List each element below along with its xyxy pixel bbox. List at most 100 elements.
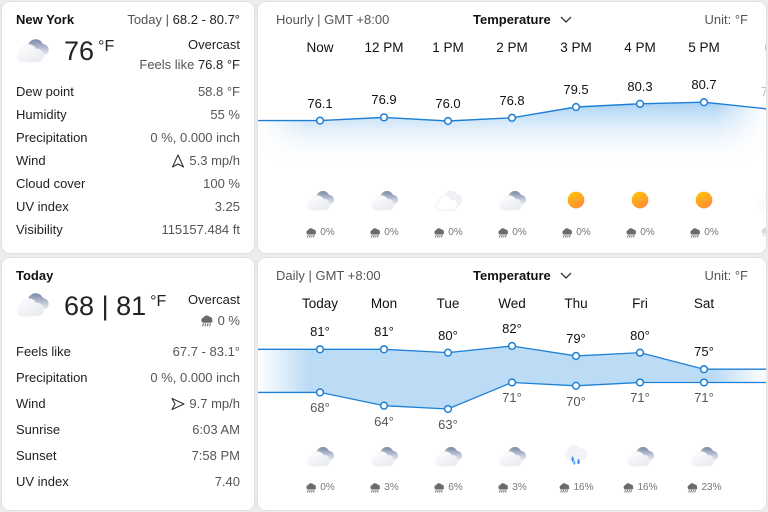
precipitation-icon	[200, 315, 214, 327]
detail-label: Wind	[16, 153, 46, 168]
precipitation-value: 0%	[512, 227, 527, 238]
detail-label: Precipitation	[16, 370, 88, 385]
precipitation-icon	[433, 228, 445, 238]
detail-value: 9.7 mp/h	[171, 396, 240, 411]
low-temperature-point	[315, 388, 325, 397]
precipitation-chance: 0%	[433, 227, 463, 238]
precipitation-icon	[558, 483, 570, 493]
current-weather-card: New York Today | 68.2 - 80.7° 76 °F Overc…	[2, 2, 254, 253]
precipitation-chance: 16%	[558, 482, 594, 493]
today-range: Today | 68.2 - 80.7°	[127, 12, 240, 27]
precipitation-icon	[497, 483, 509, 493]
high-temperature-point	[315, 345, 325, 354]
feels-like: Feels like 76.8 °F	[139, 57, 240, 72]
low-temperature-label: 64°	[374, 413, 394, 429]
current-condition: Overcast	[187, 37, 240, 52]
feels-like-label: Feels like	[139, 57, 195, 72]
precipitation-chance: 0%	[305, 227, 335, 238]
precipitation-chance: 3%	[497, 482, 527, 493]
sunny-icon	[625, 188, 655, 212]
sunny-icon	[689, 188, 719, 212]
day-label: Wed	[498, 296, 526, 311]
temperature-point	[635, 99, 645, 108]
precipitation-value: 0%	[640, 227, 655, 238]
cloudy-icon	[497, 188, 527, 212]
day-label: Thu	[564, 296, 588, 311]
precipitation-value: 0%	[576, 227, 591, 238]
detail-value-text: 55 %	[210, 107, 240, 122]
high-temperature-label: 80°	[630, 327, 650, 343]
hour-label: 3 PM	[560, 40, 592, 55]
temperature-label: 80.7	[691, 77, 717, 93]
high-temperature-point	[571, 351, 581, 361]
detail-value-text: 7:58 PM	[191, 448, 240, 463]
low-temperature-point	[571, 381, 581, 390]
detail-value-text: 100 %	[203, 176, 240, 191]
cloudy-icon	[305, 188, 335, 212]
detail-value: 7.40	[215, 474, 240, 489]
temperature-label: 76.1	[307, 95, 333, 111]
precipitation-chance: 6%	[433, 482, 463, 493]
detail-label: Feels like	[16, 344, 71, 359]
current-temperature: 76 °F	[64, 36, 114, 67]
temperature-label: 76.0	[435, 96, 461, 111]
precipitation-icon	[561, 228, 573, 238]
current-temperature-value: 76	[64, 36, 95, 66]
unit-label[interactable]: Unit: °F	[705, 12, 748, 27]
daily-header-label: Daily | GMT +8:00	[276, 268, 381, 283]
detail-value-text: 67.7 - 83.1°	[172, 344, 240, 359]
hour-label: 12 PM	[364, 40, 404, 55]
detail-value: 0 %, 0.000 inch	[150, 370, 240, 385]
chevron-down-icon[interactable]	[560, 14, 572, 24]
precipitation-value: 0%	[320, 482, 335, 493]
precipitation-value: 6%	[448, 482, 463, 493]
rain-icon	[561, 444, 591, 468]
cloudy-icon	[369, 188, 399, 212]
temperature-label: 76.8	[499, 92, 525, 108]
detail-value: 58.8 °F	[198, 84, 240, 99]
precipitation-value: 16%	[637, 482, 658, 493]
hour-label: 2 PM	[496, 40, 528, 55]
precipitation-chance: 0%	[689, 227, 719, 238]
wind-direction-arrow-icon	[172, 153, 185, 168]
precipitation-value: 23%	[701, 482, 722, 493]
hour-label: Now	[306, 40, 334, 55]
detail-label: Cloud cover	[16, 176, 86, 191]
day-label: Fri	[632, 296, 648, 311]
metric-selector[interactable]: Temperature	[473, 12, 551, 27]
cloudy-icon	[369, 444, 399, 468]
precipitation-chance: 0%	[305, 482, 335, 493]
precipitation-icon	[433, 483, 445, 493]
high-temperature-label: 80°	[438, 327, 458, 343]
precipitation-chance: 3%	[369, 482, 399, 493]
chevron-down-icon[interactable]	[560, 270, 572, 280]
temperature-unit: °F	[150, 293, 167, 310]
detail-value-text: 9.7 mp/h	[189, 396, 240, 411]
daily-forecast-card: Daily | GMT +8:00 Temperature Unit: °F T…	[258, 258, 766, 510]
high-temperature-point	[699, 365, 709, 374]
detail-value-text: 0 %, 0.000 inch	[150, 370, 240, 385]
today-summary-card: Today 68 | 81 °F Overcast 0 % Feels like 6…	[2, 258, 254, 510]
cloudy-icon	[753, 188, 766, 212]
metric-selector[interactable]: Temperature	[473, 268, 551, 283]
precipitation-icon	[622, 483, 634, 493]
precipitation-value: 3%	[512, 482, 527, 493]
precipitation-chance: 16%	[622, 482, 658, 493]
today-range-label: Today |	[127, 12, 170, 27]
today-condition: Overcast	[187, 292, 240, 307]
unit-label[interactable]: Unit: °F	[705, 268, 748, 283]
cloudy-icon	[305, 444, 335, 468]
today-precip-value: 0 %	[217, 313, 240, 328]
precipitation-icon	[497, 228, 509, 238]
day-label: Mon	[370, 296, 398, 311]
detail-value-text: 3.25	[214, 199, 240, 214]
hourly-forecast-card: Hourly | GMT +8:00 Temperature Unit: °F …	[258, 2, 766, 253]
hour-label: 5 PM	[688, 40, 720, 55]
cloudy-icon	[625, 444, 655, 468]
today-high: 81	[116, 291, 147, 321]
detail-value: 100 %	[203, 176, 240, 191]
high-temperature-label: 79°	[566, 330, 586, 346]
temperature-label: 76.9	[371, 92, 397, 108]
precipitation-icon	[369, 483, 381, 493]
temperature-label: 80.3	[627, 78, 653, 94]
